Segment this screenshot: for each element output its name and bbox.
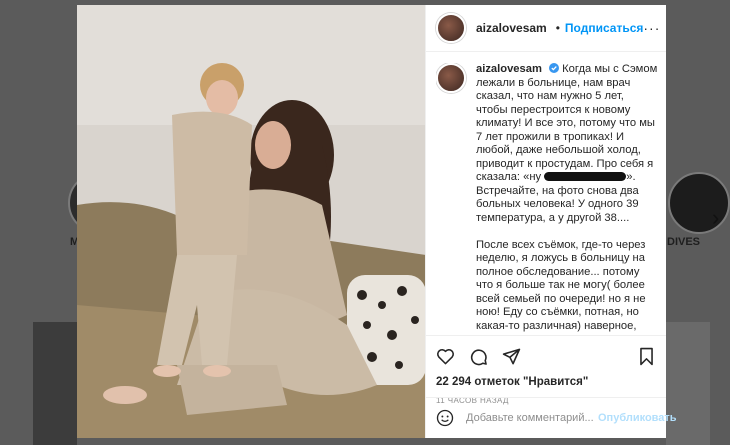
grid-post-left[interactable] [33,322,77,445]
story-highlight-right[interactable] [668,172,730,234]
post-side-panel: aizalovesam • Подписаться ··· aizalovesa… [425,5,677,438]
bookmark-icon[interactable] [637,347,656,366]
heart-icon[interactable] [436,347,455,366]
post-modal: aizalovesam • Подписаться ··· aizalovesa… [77,5,677,438]
verified-badge-icon [549,63,560,73]
paper-plane-icon[interactable] [502,347,521,366]
avatar[interactable] [436,13,466,43]
smiley-icon[interactable] [436,409,454,427]
story-highlight-right-label: DIVES [667,236,701,248]
comment-form: Опубликовать [426,397,677,438]
likes-count[interactable]: 22 294 отметок "Нравится" [436,376,656,388]
redaction-mark [544,172,627,181]
caption-text: aizalovesam Когда мы с Сэмом лежали в бо… [476,63,658,333]
photo-illustration [77,5,425,438]
username-link[interactable]: aizalovesam [476,21,547,35]
post-photo[interactable] [77,5,425,438]
comment-icon[interactable] [469,347,488,366]
caption-part-1: Когда мы с Сэмом лежали в больнице, нам … [476,63,658,183]
post-header: aizalovesam • Подписаться ··· [426,5,666,52]
caption-scroll-area[interactable]: aizalovesam Когда мы с Сэмом лежали в бо… [436,63,658,333]
post-actions: 22 294 отметок "Нравится" 11 ЧАСОВ НАЗАД [426,335,666,405]
follow-button[interactable]: Подписаться [565,21,643,35]
chevron-right-icon[interactable]: › [712,205,719,231]
grid-post-right[interactable] [666,322,710,445]
separator-dot: • [555,21,560,35]
caption-part-3: После всех съёмок, где-то через неделю, … [476,238,649,332]
more-options-icon[interactable]: ··· [643,20,660,36]
caption-avatar[interactable] [436,63,466,93]
comment-input[interactable] [464,411,598,425]
caption-username[interactable]: aizalovesam [476,63,542,75]
publish-button[interactable]: Опубликовать [598,412,677,424]
